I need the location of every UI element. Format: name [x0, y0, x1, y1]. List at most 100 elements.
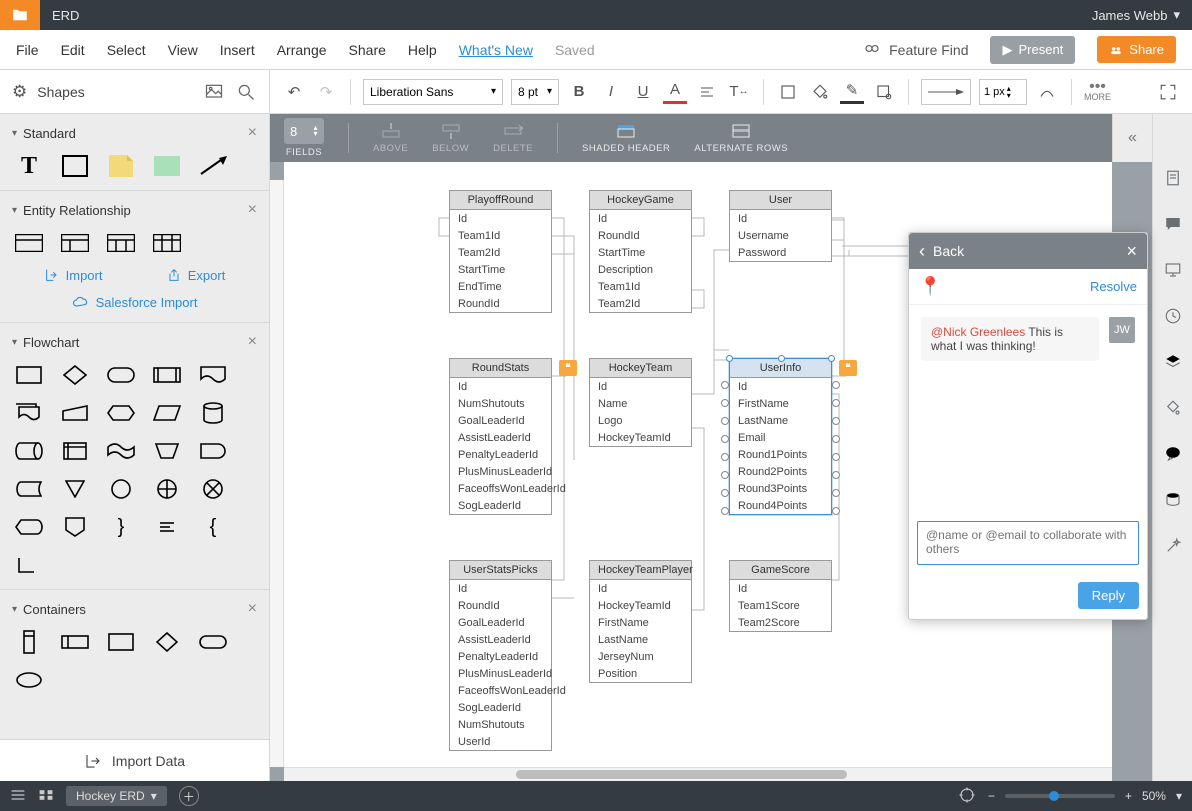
close-icon[interactable]: ×	[248, 333, 257, 351]
add-below-button[interactable]: BELOW	[432, 122, 469, 154]
text-color-button[interactable]: A	[663, 80, 687, 104]
presentation-icon[interactable]	[1163, 260, 1183, 280]
location-pin-icon[interactable]: 📍	[919, 276, 941, 297]
group-standard-header[interactable]: ▾ Standard ×	[0, 114, 269, 150]
connector-port[interactable]	[721, 507, 729, 515]
layers-icon[interactable]	[1163, 352, 1183, 372]
menu-share[interactable]: Share	[349, 42, 386, 58]
flow-offpage[interactable]	[60, 515, 90, 539]
magic-icon[interactable]	[1163, 536, 1183, 556]
reply-button[interactable]: Reply	[1078, 582, 1139, 609]
connector-port[interactable]	[832, 435, 840, 443]
flow-database[interactable]	[198, 401, 228, 425]
entity-hockeyteam[interactable]: HockeyTeam Id Name Logo HockeyTeamId	[589, 358, 692, 447]
connector-port[interactable]	[832, 471, 840, 479]
entity-gamescore[interactable]: GameScore Id Team1Score Team2Score	[729, 560, 832, 632]
add-page-button[interactable]: ＋	[179, 786, 199, 806]
more-button[interactable]: •••MORE	[1084, 82, 1111, 102]
salesforce-import-button[interactable]: Salesforce Import	[0, 291, 269, 323]
fullscreen-button[interactable]	[1156, 80, 1180, 104]
page-tab[interactable]: Hockey ERD▾	[66, 786, 167, 806]
shape-text[interactable]: T	[14, 154, 44, 178]
field-count-control[interactable]: 8▴▾ FIELDS	[284, 118, 324, 158]
bold-button[interactable]: B	[567, 80, 591, 104]
share-button[interactable]: Share	[1097, 36, 1176, 63]
menu-select[interactable]: Select	[107, 42, 146, 58]
user-menu[interactable]: James Webb ▾	[1080, 7, 1192, 23]
container-4[interactable]	[152, 630, 182, 654]
shape-block[interactable]	[152, 154, 182, 178]
connector-port[interactable]	[721, 381, 729, 389]
flow-stored-data[interactable]	[14, 477, 44, 501]
close-icon[interactable]: ×	[1126, 241, 1137, 262]
flow-manual-op[interactable]	[152, 439, 182, 463]
comments-icon[interactable]	[1163, 214, 1183, 234]
menu-insert[interactable]: Insert	[220, 42, 255, 58]
flow-brace-open[interactable]: {	[198, 515, 228, 539]
shape-note[interactable]	[106, 154, 136, 178]
redo-button[interactable]: ↷	[314, 80, 338, 104]
connector-port[interactable]	[721, 489, 729, 497]
connector-port[interactable]	[832, 507, 840, 515]
menu-help[interactable]: Help	[408, 42, 437, 58]
flow-display[interactable]	[14, 515, 44, 539]
folder-icon[interactable]	[0, 0, 40, 30]
shaded-header-button[interactable]: SHADED HEADER	[582, 122, 670, 154]
connector-port[interactable]	[721, 471, 729, 479]
container-2[interactable]	[60, 630, 90, 654]
font-size-select[interactable]: 8 pt▾	[511, 79, 559, 105]
data-icon[interactable]	[1163, 490, 1183, 510]
target-icon[interactable]	[958, 786, 976, 807]
italic-button[interactable]: I	[599, 80, 623, 104]
history-icon[interactable]	[1163, 306, 1183, 326]
import-data-button[interactable]: Import Data	[0, 739, 269, 781]
flow-direct-data[interactable]	[14, 439, 44, 463]
connector-port[interactable]	[832, 381, 840, 389]
document-name[interactable]: ERD	[40, 8, 91, 23]
flow-merge[interactable]	[60, 477, 90, 501]
collapse-right-button[interactable]: «	[1112, 114, 1152, 162]
flow-preparation[interactable]	[106, 401, 136, 425]
shape-options-button[interactable]	[872, 80, 896, 104]
menu-file[interactable]: File	[16, 42, 39, 58]
container-5[interactable]	[198, 630, 228, 654]
image-icon[interactable]	[203, 81, 225, 103]
zoom-control[interactable]: − + 50% ▾	[988, 789, 1182, 803]
line-style-select[interactable]	[921, 79, 971, 105]
undo-button[interactable]: ↶	[282, 80, 306, 104]
flow-terminator[interactable]	[106, 363, 136, 387]
zoom-out-icon[interactable]: −	[988, 789, 995, 803]
flow-internal-storage[interactable]	[60, 439, 90, 463]
flow-paper-tape[interactable]	[106, 439, 136, 463]
close-icon[interactable]: ×	[248, 201, 257, 219]
group-er-header[interactable]: ▾ Entity Relationship ×	[0, 191, 269, 227]
shape-rect[interactable]	[60, 154, 90, 178]
connector-port[interactable]	[721, 399, 729, 407]
selection-handle[interactable]	[726, 355, 733, 362]
container-6[interactable]	[14, 668, 44, 692]
present-button[interactable]: ▶ Present	[990, 36, 1075, 64]
entity-userinfo[interactable]: UserInfo Id FirstName LastName Email Rou…	[729, 358, 832, 515]
shape-entity-3[interactable]	[106, 231, 136, 255]
underline-button[interactable]: U	[631, 80, 655, 104]
flow-document[interactable]	[198, 363, 228, 387]
align-button[interactable]	[695, 80, 719, 104]
shape-entity-4[interactable]	[152, 231, 182, 255]
flow-sum[interactable]	[198, 477, 228, 501]
connector-port[interactable]	[721, 417, 729, 425]
flow-data[interactable]	[152, 401, 182, 425]
entity-hockeygame[interactable]: HockeyGame Id RoundId StartTime Descript…	[589, 190, 692, 313]
flow-connector[interactable]	[106, 477, 136, 501]
close-icon[interactable]: ×	[248, 600, 257, 618]
flow-process[interactable]	[14, 363, 44, 387]
zoom-slider[interactable]	[1005, 794, 1115, 798]
container-3[interactable]	[106, 630, 136, 654]
fill-button[interactable]	[808, 80, 832, 104]
shape-entity-1[interactable]	[14, 231, 44, 255]
selection-handle[interactable]	[778, 355, 785, 362]
shape-entity-2[interactable]	[60, 231, 90, 255]
entity-playoffround[interactable]: PlayoffRound Id Team1Id Team2Id StartTim…	[449, 190, 552, 313]
flow-note[interactable]	[152, 515, 182, 539]
menu-edit[interactable]: Edit	[61, 42, 85, 58]
grid-view-icon[interactable]	[38, 788, 54, 805]
